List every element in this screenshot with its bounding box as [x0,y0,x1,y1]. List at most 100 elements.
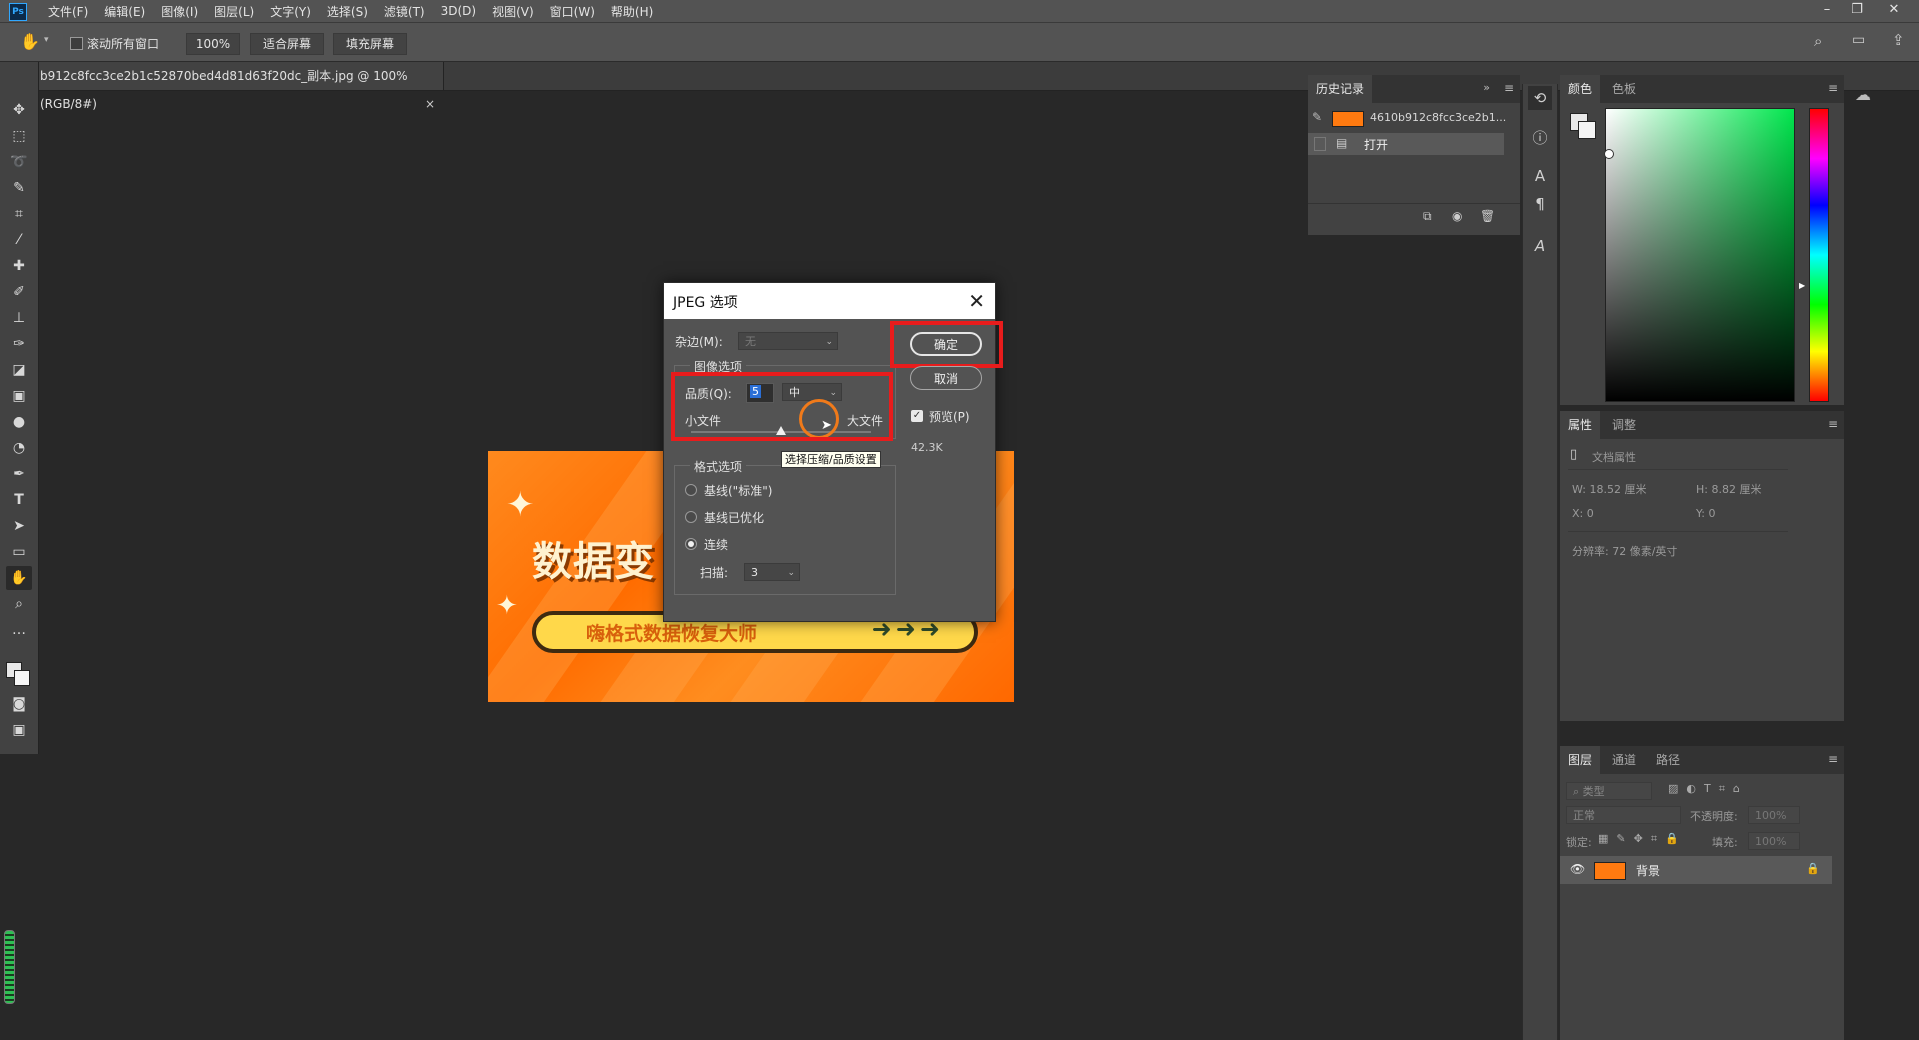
hand-tool-icon[interactable]: ✋ [20,32,40,51]
menu-3d[interactable]: 3D(D) [433,4,484,18]
tab-channels[interactable]: 通道 [1604,746,1644,774]
scroll-all-label: 滚动所有窗口 [87,37,160,51]
history-brush-tool-icon[interactable]: ✑ [6,332,32,356]
background-color-swatch[interactable] [14,670,30,686]
lasso-tool-icon[interactable]: ➰ [6,150,32,174]
more-tools-icon[interactable]: … [6,618,32,642]
close-tab-icon[interactable]: × [425,90,435,118]
snapshot-label: 4610b912c8fcc3ce2b1... [1370,111,1507,124]
menu-view[interactable]: 视图(V) [484,3,542,20]
lock-icons[interactable]: ▦✎✥⌗🔒 [1598,832,1687,846]
menu-select[interactable]: 选择(S) [319,3,376,20]
preview-checkbox[interactable]: ✓ [911,410,923,422]
quick-select-tool-icon[interactable]: ✎ [6,176,32,200]
close-window-button[interactable]: ✕ [1880,0,1908,22]
opacity-field[interactable]: 100% [1748,806,1800,824]
close-icon[interactable]: ✕ [968,289,985,313]
scroll-all-checkbox[interactable] [70,37,83,50]
gradient-tool-icon[interactable]: ▣ [6,384,32,408]
eyedropper-tool-icon[interactable]: ⁄ [6,228,32,252]
tab-swatches[interactable]: 色板 [1604,75,1644,103]
minimize-button[interactable]: – [1813,0,1841,22]
history-panel-icon[interactable]: ⟲ [1528,86,1552,110]
fill-screen-button[interactable]: 填充屏幕 [333,33,407,55]
hue-slider-marker[interactable]: ▶ [1799,281,1805,290]
screen-mode-icon[interactable]: ▣ [6,718,32,742]
panel-menu-icon[interactable]: ≡ [1828,752,1838,766]
workspace-icon[interactable]: ▭ [1852,32,1865,48]
format-progressive-radio[interactable] [685,538,697,550]
path-select-tool-icon[interactable]: ➤ [6,514,32,538]
menu-image[interactable]: 图像(I) [153,3,206,20]
menu-layer[interactable]: 图层(L) [206,3,262,20]
color-field[interactable] [1604,108,1795,402]
hue-slider[interactable] [1809,108,1829,402]
pen-tool-icon[interactable]: ✒ [6,462,32,486]
menu-edit[interactable]: 编辑(E) [96,3,153,20]
blend-mode-select[interactable]: 正常 [1566,806,1681,824]
format-baseline-optimized-radio[interactable] [685,511,697,523]
menu-window[interactable]: 窗口(W) [542,3,603,20]
character-icon[interactable]: A [1528,164,1552,188]
panel-menu-icon[interactable]: ≡ [1828,81,1838,95]
layer-filter-icons[interactable]: ▨◐T⌗⌂ [1668,782,1748,796]
new-document-from-state-icon[interactable]: ⧉ [1423,209,1432,224]
eye-icon[interactable]: 👁 [1570,862,1585,876]
tab-history[interactable]: 历史记录 [1308,75,1373,103]
paragraph-icon[interactable]: ¶ [1528,192,1552,216]
history-state-open[interactable]: ▤ 打开 [1308,133,1504,155]
format-progressive-label: 连续 [704,538,729,552]
tab-layers[interactable]: 图层 [1560,746,1601,774]
camera-icon[interactable]: ◉ [1452,209,1462,223]
marquee-tool-icon[interactable]: ⬚ [6,124,32,148]
format-baseline-standard-radio[interactable] [685,484,697,496]
panel-menu-icon[interactable]: ≡ [1828,417,1838,431]
layer-filter-select[interactable]: ⌕ 类型 [1566,782,1652,800]
chevron-down-icon[interactable]: ▾ [44,35,49,45]
menu-filter[interactable]: 滤镜(T) [376,3,433,20]
menu-type[interactable]: 文字(Y) [262,3,319,20]
zoom-tool-icon[interactable]: ⌕ [6,592,32,616]
document-tab[interactable]: b912c8fcc3ce2b1c52870bed4d81d63f20dc_副本.… [34,62,444,111]
h-label: H: [1696,483,1708,496]
glyphs-icon[interactable]: A [1528,234,1552,258]
search-icon[interactable]: ⌕ [1814,32,1822,50]
quick-mask-icon[interactable]: ◙ [6,692,32,716]
fill-field[interactable]: 100% [1748,832,1800,850]
menu-help[interactable]: 帮助(H) [603,3,661,20]
layer-row[interactable]: 👁 背景 🔒 [1560,856,1832,884]
panel-menu-icon[interactable]: ≡ [1504,81,1514,95]
blur-tool-icon[interactable]: ● [6,410,32,434]
crop-tool-icon[interactable]: ⌗ [6,202,32,226]
tab-properties[interactable]: 属性 [1560,411,1601,439]
tab-paths[interactable]: 路径 [1648,746,1688,774]
healing-brush-tool-icon[interactable]: ✚ [6,254,32,278]
move-tool-icon[interactable]: ✥ [6,98,32,122]
eraser-tool-icon[interactable]: ◪ [6,358,32,382]
type-tool-icon[interactable]: T [6,488,32,512]
clone-stamp-tool-icon[interactable]: ⊥ [6,306,32,330]
tab-adjustments[interactable]: 调整 [1604,411,1644,439]
hand-tool-icon[interactable]: ✋ [6,566,32,590]
dodge-tool-icon[interactable]: ◔ [6,436,32,460]
share-icon[interactable]: ⇪ [1892,31,1905,49]
trash-icon[interactable]: 🗑 [1480,209,1495,223]
history-brush-source-icon: ✎ [1312,110,1323,124]
cancel-button[interactable]: 取消 [910,366,982,390]
brush-tool-icon[interactable]: ✐ [6,280,32,304]
restore-button[interactable]: ❐ [1843,0,1871,22]
cloud-libraries-icon[interactable]: ☁ [1848,85,1878,111]
menu-file[interactable]: 文件(F) [40,3,96,20]
info-icon[interactable]: ⓘ [1528,126,1552,150]
background-color-swatch[interactable] [1578,121,1596,139]
tab-color[interactable]: 颜色 [1560,75,1601,103]
collapse-panel-icon[interactable]: » [1483,81,1490,94]
scans-select[interactable]: 3 ⌄ [744,563,800,581]
sparkle-icon: ✦ [506,485,535,525]
zoom-field[interactable]: 100% [186,33,240,55]
history-snapshot-item[interactable]: ✎ 4610b912c8fcc3ce2b1... [1308,105,1513,131]
color-picker-marker[interactable] [1604,149,1614,159]
ok-button[interactable]: 确定 [910,332,982,356]
fit-screen-button[interactable]: 适合屏幕 [250,33,324,55]
rectangle-tool-icon[interactable]: ▭ [6,540,32,564]
